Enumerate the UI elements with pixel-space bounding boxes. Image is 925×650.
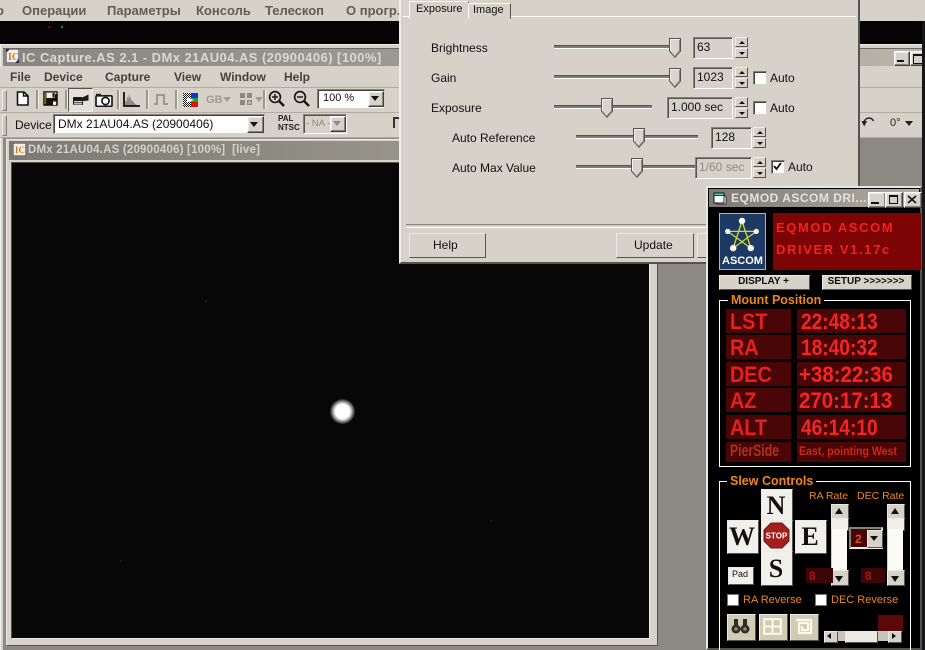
svg-text:IC: IC [15, 145, 25, 155]
svg-text:STOP: STOP [766, 532, 788, 541]
svg-text:IC: IC [8, 52, 19, 63]
